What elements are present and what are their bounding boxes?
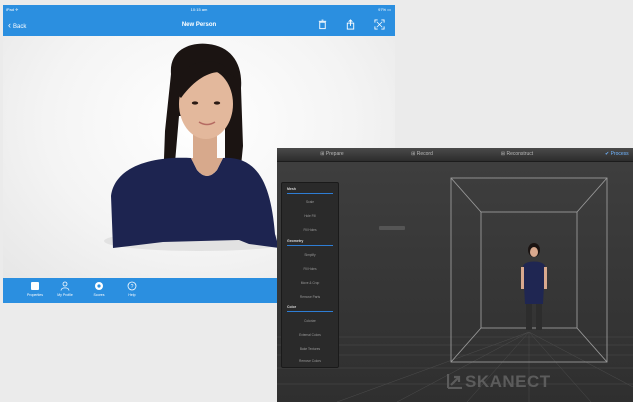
svg-text:?: ? — [131, 284, 134, 290]
tab-prepare[interactable]: ⊞ Prepare — [297, 148, 367, 161]
trash-icon[interactable] — [317, 19, 328, 30]
fullscreen-icon[interactable] — [374, 19, 385, 30]
section-divider — [287, 245, 333, 246]
status-bar: iPad ✈ 10:15 am 97% ▭ — [3, 5, 395, 14]
skanect-3d-viewport[interactable]: Mesh Scale Hole Fill Fill Holes Geometry… — [277, 162, 633, 402]
menu-item-scale[interactable]: Scale — [282, 200, 338, 204]
progress-slider[interactable] — [379, 226, 405, 230]
square-icon — [31, 282, 39, 290]
menu-item-remove-parts[interactable]: Remove Parts — [282, 295, 338, 299]
tab-my-profile[interactable]: My Profile — [50, 281, 80, 297]
menu-item-bake-textures[interactable]: Bake Textures — [282, 347, 338, 351]
skanect-logo-text: SKANECT — [465, 372, 551, 391]
status-time: 10:15 am — [190, 7, 208, 12]
tab-reconstruct[interactable]: ⊞ Reconstruct — [477, 148, 557, 161]
tab-label: Process — [610, 151, 629, 157]
menu-item-simplify[interactable]: Simplify — [282, 253, 338, 257]
tab-label: Properties — [27, 293, 43, 297]
tab-scores[interactable]: Scores — [84, 281, 114, 297]
menu-item-fill-holes-geometry[interactable]: Fill Holes — [282, 267, 338, 271]
page-title: New Person — [181, 22, 217, 28]
skanect-logo-icon — [447, 374, 462, 389]
tab-label: Scores — [93, 293, 105, 297]
share-icon[interactable] — [345, 19, 356, 30]
geometry-section-header: Geometry — [287, 239, 304, 243]
color-section-header: Color — [287, 305, 297, 309]
gear-icon — [95, 282, 103, 290]
menu-item-remove-colors[interactable]: Remove Colors — [282, 359, 338, 363]
tab-process[interactable]: ✔ Process — [605, 148, 633, 161]
menu-item-fill-holes[interactable]: Fill Holes — [282, 228, 338, 232]
help-icon: ? — [127, 281, 137, 291]
tab-label: My Profile — [57, 293, 73, 297]
skanect-tab-bar: ⊞ Prepare ⊞ Record ⊞ Reconstruct ✔ Proce… — [277, 148, 633, 162]
tab-label: Reconstruct — [506, 151, 534, 157]
tab-label: Prepare — [325, 151, 344, 157]
section-divider — [287, 193, 333, 194]
tab-label: Help — [128, 293, 136, 297]
battery-indicator: 97% ▭ — [378, 7, 391, 12]
section-divider — [287, 311, 333, 312]
tab-properties[interactable]: Properties — [20, 281, 50, 297]
tab-help[interactable]: ? Help — [117, 281, 147, 297]
menu-item-external-colors[interactable]: External Colors — [282, 333, 338, 337]
skanect-app-window: ⊞ Prepare ⊞ Record ⊞ Reconstruct ✔ Proce… — [277, 148, 633, 402]
menu-item-hole-fill[interactable]: Hole Fill — [282, 214, 338, 218]
mesh-section-header: Mesh — [287, 187, 296, 191]
menu-item-move-crop[interactable]: Move & Crop — [282, 281, 338, 285]
tab-label: Record — [416, 151, 433, 157]
process-menu-panel: Mesh Scale Hole Fill Fill Holes Geometry… — [281, 182, 339, 368]
tab-record[interactable]: ⊞ Record — [387, 148, 457, 161]
navigation-bar: ‹ Back New Person — [3, 14, 395, 36]
person-icon — [60, 281, 70, 291]
menu-item-colorize[interactable]: Colorize — [282, 319, 338, 323]
